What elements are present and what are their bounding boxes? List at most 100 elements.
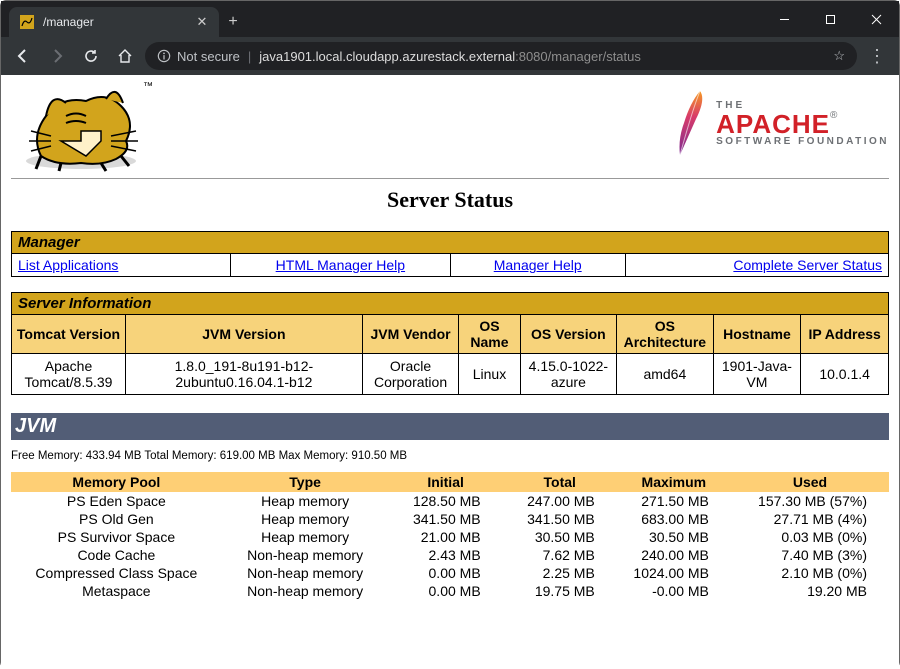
security-indicator[interactable]: Not secure <box>157 49 240 64</box>
url-text: java1901.local.cloudapp.azurestack.exter… <box>259 49 641 64</box>
col-total: Total <box>503 472 617 492</box>
val-max: 271.50 MB <box>617 492 731 510</box>
jvm-memory-stats: Free Memory: 433.94 MB Total Memory: 619… <box>11 450 889 462</box>
server-info-section: Server Information Tomcat Version JVM Ve… <box>11 292 889 395</box>
page-content: ™ THE APACHE® SOFTWARE FOUNDATION <box>1 75 899 669</box>
feather-icon <box>672 89 710 159</box>
val-jvm-version: 1.8.0_191-8u191-b12-2ubuntu0.16.04.1-b12 <box>126 354 363 395</box>
val-total: 7.62 MB <box>503 546 617 564</box>
val-max: -0.00 MB <box>617 582 731 600</box>
val-max: 683.00 MB <box>617 510 731 528</box>
val-pool: PS Survivor Space <box>11 528 222 546</box>
col-os-version: OS Version <box>520 315 616 354</box>
browser-toolbar: Not secure | java1901.local.cloudapp.azu… <box>1 37 899 75</box>
memory-pool-row: Code CacheNon-heap memory2.43 MB7.62 MB2… <box>11 546 889 564</box>
val-hostname: 1901-Java-VM <box>713 354 801 395</box>
val-used: 27.71 MB (4%) <box>731 510 889 528</box>
html-manager-help-link[interactable]: HTML Manager Help <box>276 257 405 273</box>
val-total: 19.75 MB <box>503 582 617 600</box>
val-initial: 341.50 MB <box>389 510 503 528</box>
val-max: 240.00 MB <box>617 546 731 564</box>
home-button[interactable] <box>111 42 139 70</box>
val-initial: 2.43 MB <box>389 546 503 564</box>
memory-pool-row: MetaspaceNon-heap memory0.00 MB19.75 MB-… <box>11 582 889 600</box>
val-total: 30.50 MB <box>503 528 617 546</box>
manager-section: Manager List Applications HTML Manager H… <box>11 231 889 277</box>
address-bar[interactable]: Not secure | java1901.local.cloudapp.azu… <box>145 42 857 70</box>
close-window-button[interactable] <box>853 1 899 37</box>
val-max: 1024.00 MB <box>617 564 731 582</box>
val-max: 30.50 MB <box>617 528 731 546</box>
window-controls <box>761 1 899 37</box>
col-memory-pool: Memory Pool <box>11 472 222 492</box>
val-pool: PS Old Gen <box>11 510 222 528</box>
val-ip: 10.0.1.4 <box>801 354 889 395</box>
registered-symbol: ® <box>830 110 837 121</box>
manager-header: Manager <box>12 232 889 254</box>
server-info-header: Server Information <box>12 293 889 315</box>
separator <box>11 178 889 179</box>
minimize-button[interactable] <box>761 1 807 37</box>
apache-name: APACHE <box>716 109 830 139</box>
tab-close-icon[interactable]: ✕ <box>195 15 209 29</box>
browser-tab[interactable]: /manager ✕ <box>9 7 219 37</box>
tab-title: /manager <box>43 15 187 29</box>
complete-server-status-link[interactable]: Complete Server Status <box>733 257 882 273</box>
val-os-arch: amd64 <box>617 354 713 395</box>
jvm-header: JVM <box>11 413 889 440</box>
val-os-version: 4.15.0-1022-azure <box>520 354 616 395</box>
list-applications-link[interactable]: List Applications <box>18 257 118 273</box>
col-os-arch: OS Architecture <box>617 315 713 354</box>
browser-menu-button[interactable]: ⋮ <box>863 47 891 65</box>
val-total: 2.25 MB <box>503 564 617 582</box>
col-jvm-version: JVM Version <box>126 315 363 354</box>
titlebar: /manager ✕ + <box>1 1 899 37</box>
val-pool: PS Eden Space <box>11 492 222 510</box>
apache-subtitle: SOFTWARE FOUNDATION <box>716 137 889 147</box>
val-used: 0.03 MB (0%) <box>731 528 889 546</box>
tomcat-logo: ™ <box>11 81 161 176</box>
apache-logo: THE APACHE® SOFTWARE FOUNDATION <box>672 81 889 159</box>
val-type: Heap memory <box>222 492 389 510</box>
val-type: Non-heap memory <box>222 582 389 600</box>
col-os-name: OS Name <box>459 315 520 354</box>
val-type: Non-heap memory <box>222 564 389 582</box>
col-ip: IP Address <box>801 315 889 354</box>
col-jvm-vendor: JVM Vendor <box>362 315 458 354</box>
manager-help-link[interactable]: Manager Help <box>494 257 582 273</box>
page-title: Server Status <box>11 187 889 213</box>
val-pool: Metaspace <box>11 582 222 600</box>
reload-button[interactable] <box>77 42 105 70</box>
not-secure-label: Not secure <box>177 49 240 64</box>
val-total: 341.50 MB <box>503 510 617 528</box>
val-type: Heap memory <box>222 510 389 528</box>
new-tab-button[interactable]: + <box>219 7 247 37</box>
server-info-row: Apache Tomcat/8.5.39 1.8.0_191-8u191-b12… <box>12 354 889 395</box>
val-pool: Compressed Class Space <box>11 564 222 582</box>
forward-button[interactable] <box>43 42 71 70</box>
memory-pool-row: Compressed Class SpaceNon-heap memory0.0… <box>11 564 889 582</box>
bookmark-star-icon[interactable]: ☆ <box>833 48 845 64</box>
val-total: 247.00 MB <box>503 492 617 510</box>
val-initial: 0.00 MB <box>389 582 503 600</box>
val-type: Heap memory <box>222 528 389 546</box>
val-used: 157.30 MB (57%) <box>731 492 889 510</box>
maximize-button[interactable] <box>807 1 853 37</box>
col-type: Type <box>222 472 389 492</box>
val-jvm-vendor: Oracle Corporation <box>362 354 458 395</box>
tab-favicon-icon <box>19 14 35 30</box>
back-button[interactable] <box>9 42 37 70</box>
val-used: 19.20 MB <box>731 582 889 600</box>
val-tomcat-version: Apache Tomcat/8.5.39 <box>12 354 126 395</box>
col-used: Used <box>731 472 889 492</box>
val-os-name: Linux <box>459 354 520 395</box>
col-maximum: Maximum <box>617 472 731 492</box>
col-initial: Initial <box>389 472 503 492</box>
val-pool: Code Cache <box>11 546 222 564</box>
memory-pool-row: PS Old GenHeap memory341.50 MB341.50 MB6… <box>11 510 889 528</box>
memory-pool-row: PS Eden SpaceHeap memory128.50 MB247.00 … <box>11 492 889 510</box>
val-used: 2.10 MB (0%) <box>731 564 889 582</box>
memory-pool-table: Memory Pool Type Initial Total Maximum U… <box>11 472 889 600</box>
val-initial: 128.50 MB <box>389 492 503 510</box>
trademark-symbol: ™ <box>143 81 153 92</box>
